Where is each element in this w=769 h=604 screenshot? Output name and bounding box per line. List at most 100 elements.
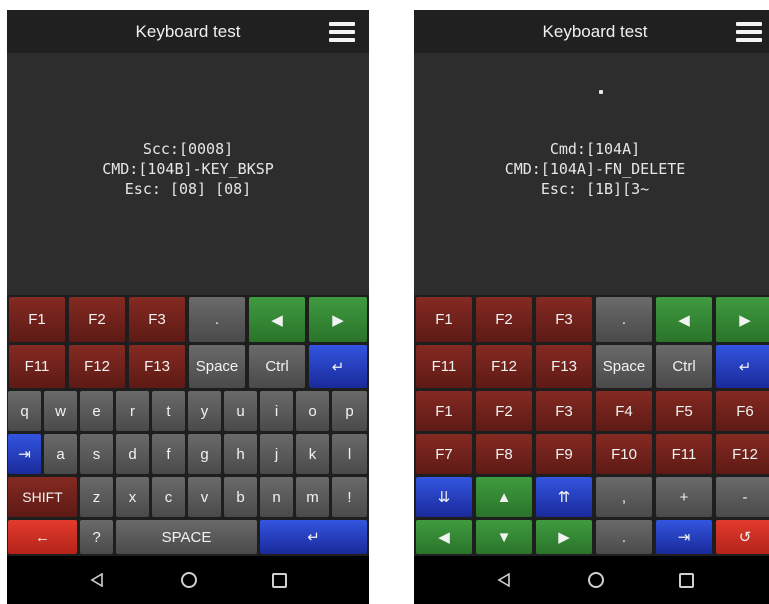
key-dot[interactable]: .: [596, 520, 652, 554]
key-tab[interactable]: ⇥: [656, 520, 712, 554]
key-tab[interactable]: ⇥: [8, 434, 41, 474]
key-f2[interactable]: F2: [476, 297, 532, 342]
key-letter[interactable]: x: [116, 477, 149, 517]
menu-icon[interactable]: [329, 22, 355, 42]
key-left-arrow[interactable]: ◀: [249, 297, 305, 342]
recents-square-icon[interactable]: [269, 570, 289, 590]
key-letter[interactable]: m: [296, 477, 329, 517]
menu-icon[interactable]: [736, 22, 762, 42]
key-f8[interactable]: F8: [476, 434, 532, 474]
recents-square-icon[interactable]: [676, 570, 696, 590]
key-letter[interactable]: w: [44, 391, 77, 431]
key-f12[interactable]: F12: [716, 434, 769, 474]
key-f1[interactable]: F1: [416, 391, 472, 431]
key-letter[interactable]: h: [224, 434, 257, 474]
key-comma[interactable]: ,: [596, 477, 652, 517]
key-f1[interactable]: F1: [416, 297, 472, 342]
key-dot[interactable]: .: [596, 297, 652, 342]
key-letter[interactable]: a: [44, 434, 77, 474]
app-bar: Keyboard test: [414, 10, 769, 53]
home-circle-icon[interactable]: [179, 570, 199, 590]
output-line: CMD:[104A]-FN_DELETE: [504, 160, 686, 178]
key-letter[interactable]: y: [188, 391, 221, 431]
output-line: CMD:[104B]-KEY_BKSP: [102, 160, 274, 178]
key-letter[interactable]: u: [224, 391, 257, 431]
key-f3[interactable]: F3: [536, 391, 592, 431]
key-f7[interactable]: F7: [416, 434, 472, 474]
key-f13[interactable]: F13: [536, 345, 592, 388]
pointer-dot: [599, 90, 603, 94]
key-exclaim[interactable]: !: [332, 477, 367, 517]
key-up-arrow[interactable]: ▲: [476, 477, 532, 517]
key-f3[interactable]: F3: [129, 297, 185, 342]
key-page-down[interactable]: ⇊: [416, 477, 472, 517]
key-letter[interactable]: b: [224, 477, 257, 517]
key-f10[interactable]: F10: [596, 434, 652, 474]
key-left-arrow[interactable]: ◀: [416, 520, 472, 554]
key-letter[interactable]: q: [8, 391, 41, 431]
home-circle-icon[interactable]: [586, 570, 606, 590]
key-backspace[interactable]: ←: [8, 520, 77, 554]
key-f2[interactable]: F2: [476, 391, 532, 431]
system-nav-bar: [414, 556, 769, 604]
key-f11[interactable]: F11: [416, 345, 472, 388]
key-space-small[interactable]: Space: [596, 345, 652, 388]
key-ctrl[interactable]: Ctrl: [249, 345, 305, 388]
key-enter[interactable]: ↵: [309, 345, 367, 388]
keyboard-letters: F1 F2 F3 . ◀ ▶ F11 F12 F13 Space Ctrl ↵ …: [7, 295, 369, 556]
key-letter[interactable]: t: [152, 391, 185, 431]
app-title: Keyboard test: [135, 22, 241, 41]
key-left-arrow[interactable]: ◀: [656, 297, 712, 342]
key-f13[interactable]: F13: [129, 345, 185, 388]
key-letter[interactable]: f: [152, 434, 185, 474]
key-f11[interactable]: F11: [656, 434, 712, 474]
key-letter[interactable]: n: [260, 477, 293, 517]
key-letter[interactable]: d: [116, 434, 149, 474]
key-letter[interactable]: p: [332, 391, 367, 431]
key-dot[interactable]: .: [189, 297, 245, 342]
key-ctrl[interactable]: Ctrl: [656, 345, 712, 388]
key-page-up[interactable]: ⇈: [536, 477, 592, 517]
key-f1[interactable]: F1: [9, 297, 65, 342]
back-triangle-icon[interactable]: [87, 570, 107, 590]
key-letter[interactable]: j: [260, 434, 293, 474]
key-right-arrow[interactable]: ▶: [716, 297, 769, 342]
key-letter[interactable]: o: [296, 391, 329, 431]
key-letter[interactable]: c: [152, 477, 185, 517]
system-nav-bar: [7, 556, 369, 604]
key-undo[interactable]: ↺: [716, 520, 769, 554]
key-letter[interactable]: k: [296, 434, 329, 474]
back-triangle-icon[interactable]: [494, 570, 514, 590]
key-right-arrow[interactable]: ▶: [309, 297, 367, 342]
key-letter[interactable]: l: [332, 434, 367, 474]
key-enter[interactable]: ↵: [716, 345, 769, 388]
key-f9[interactable]: F9: [536, 434, 592, 474]
key-letter[interactable]: v: [188, 477, 221, 517]
key-down-arrow[interactable]: ▼: [476, 520, 532, 554]
key-letter[interactable]: r: [116, 391, 149, 431]
key-f11[interactable]: F11: [9, 345, 65, 388]
key-question[interactable]: ?: [80, 520, 113, 554]
key-f4[interactable]: F4: [596, 391, 652, 431]
key-right-arrow[interactable]: ▶: [536, 520, 592, 554]
key-f12[interactable]: F12: [476, 345, 532, 388]
key-shift[interactable]: SHIFT: [8, 477, 77, 517]
key-enter-big[interactable]: ↵: [260, 520, 367, 554]
output-text: Cmd:[104A] CMD:[104A]-FN_DELETE Esc: [1B…: [414, 139, 769, 199]
key-space-big[interactable]: SPACE: [116, 520, 257, 554]
key-f6[interactable]: F6: [716, 391, 769, 431]
output-line: Scc:[0008]: [142, 140, 234, 158]
key-f3[interactable]: F3: [536, 297, 592, 342]
key-letter[interactable]: z: [80, 477, 113, 517]
key-f2[interactable]: F2: [69, 297, 125, 342]
key-letter[interactable]: s: [80, 434, 113, 474]
app-title: Keyboard test: [542, 22, 648, 41]
key-minus[interactable]: -: [716, 477, 769, 517]
key-letter[interactable]: e: [80, 391, 113, 431]
key-f5[interactable]: F5: [656, 391, 712, 431]
key-f12[interactable]: F12: [69, 345, 125, 388]
key-space-small[interactable]: Space: [189, 345, 245, 388]
key-letter[interactable]: i: [260, 391, 293, 431]
key-plus[interactable]: +: [656, 477, 712, 517]
key-letter[interactable]: g: [188, 434, 221, 474]
